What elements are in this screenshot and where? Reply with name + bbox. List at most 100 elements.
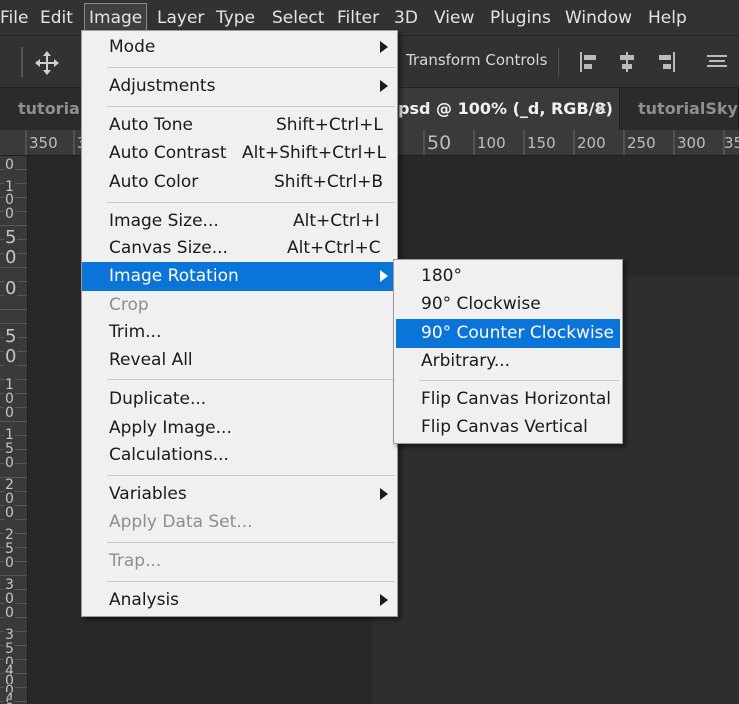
menu-item-label: Flip Canvas Horizontal — [421, 389, 612, 409]
ruler-digit: 0 — [4, 405, 15, 421]
menu-item-label: Auto Color — [109, 172, 199, 192]
menu-item-rotate-arbitrary[interactable]: Arbitrary... — [394, 347, 622, 376]
menu-item-label: Apply Data Set... — [109, 512, 253, 532]
ruler-digit: 0 — [4, 247, 18, 268]
menu-separator — [107, 542, 395, 543]
ruler-digit: 0 — [4, 391, 15, 407]
align-horizontal-centers-icon[interactable] — [616, 51, 638, 73]
move-tool-icon[interactable] — [34, 50, 60, 76]
menu-edit[interactable]: Edit — [40, 0, 73, 36]
menu-item-label: Arbitrary... — [421, 351, 511, 371]
menu-item-label: Calculations... — [109, 445, 229, 465]
tab-active-document[interactable]: psd @ 100% (_d, RGB/8) × — [380, 88, 620, 130]
ruler-digit: 0 — [4, 605, 15, 621]
menu-separator — [107, 475, 395, 476]
ruler-label: 35 — [724, 134, 739, 152]
align-right-edges-icon[interactable] — [655, 51, 677, 73]
menu-item-label: Reveal All — [109, 350, 193, 370]
menu-item-analysis[interactable]: Analysis — [82, 586, 397, 615]
menu-item-label: 180° — [421, 266, 462, 286]
menu-separator — [107, 67, 395, 68]
menu-item-duplicate[interactable]: Duplicate... — [82, 385, 397, 414]
menu-item-rotate-90-ccw[interactable]: 90° Counter Clockwise — [396, 319, 620, 348]
ruler-digit: 2 — [4, 527, 15, 543]
menu-item-label: 90° Counter Clockwise — [421, 323, 615, 343]
ruler-digit: 5 — [4, 227, 18, 248]
menu-item-label: Image Size... — [109, 211, 219, 231]
menu-item-trim[interactable]: Trim... — [82, 318, 397, 347]
menu-item-apply-image[interactable]: Apply Image... — [82, 414, 397, 443]
menu-item-label: Mode — [109, 37, 156, 57]
menu-item-flip-horizontal[interactable]: Flip Canvas Horizontal — [394, 385, 622, 414]
ruler-label: 300 — [677, 134, 706, 152]
menu-item-label: Flip Canvas Vertical — [421, 417, 588, 437]
menu-item-label: Variables — [109, 484, 187, 504]
menu-item-image-rotation[interactable]: Image Rotation — [82, 262, 397, 291]
menu-item-label: Adjustments — [109, 76, 216, 96]
menu-item-shortcut: Alt+Shift+Ctrl+L — [242, 143, 387, 163]
menu-item-shortcut: Alt+Ctrl+I — [293, 211, 380, 231]
tab-tutorial-sky[interactable]: tutorialSky_r. — [620, 88, 739, 130]
menu-item-apply-data-set[interactable]: Apply Data Set... — [82, 508, 397, 537]
menu-item-auto-color[interactable]: Auto Color Shift+Ctrl+B — [82, 168, 397, 197]
ruler-digit: 1 — [4, 377, 15, 393]
menu-item-reveal-all[interactable]: Reveal All — [82, 346, 397, 375]
ruler-digit: 0 — [4, 455, 15, 471]
submenu-arrow-icon — [380, 270, 388, 282]
ruler-digit: 0 — [4, 591, 15, 607]
menu-item-rotate-90-cw[interactable]: 90° Clockwise — [394, 290, 622, 319]
menu-separator — [107, 202, 395, 203]
tab-label: tutorialSky_r. — [638, 99, 738, 118]
menu-item-label: Canvas Size... — [109, 238, 228, 258]
menu-item-label: Apply Image... — [109, 418, 232, 438]
menu-item-mode[interactable]: Mode — [82, 33, 397, 62]
ruler-label: 250 — [627, 134, 656, 152]
ruler-label: 150 — [527, 134, 556, 152]
ruler-digit: 0 — [4, 206, 15, 222]
toolbar-grip[interactable] — [21, 47, 23, 77]
menu-item-label: Trim... — [109, 322, 162, 342]
ruler-digit: 5 — [4, 326, 18, 347]
menu-item-label: Crop — [109, 295, 149, 315]
menu-item-image-size[interactable]: Image Size... Alt+Ctrl+I — [82, 207, 397, 236]
ruler-digit: 0 — [4, 157, 15, 173]
menu-item-label: Analysis — [109, 590, 180, 610]
ruler-digit: 0 — [4, 491, 15, 507]
menu-item-trap[interactable]: Trap... — [82, 547, 397, 576]
menu-view[interactable]: View — [434, 0, 474, 36]
ruler-digit: 2 — [4, 477, 15, 493]
align-left-edges-icon[interactable] — [578, 51, 600, 73]
menu-item-rotate-180[interactable]: 180° — [394, 262, 622, 291]
menu-item-canvas-size[interactable]: Canvas Size... Alt+Ctrl+C — [82, 234, 397, 263]
tab-label: psd @ 100% (_d, RGB/8) — [398, 99, 613, 118]
menu-item-label: Duplicate... — [109, 389, 207, 409]
transform-controls-label[interactable]: Transform Controls — [406, 51, 547, 69]
menu-item-auto-tone[interactable]: Auto Tone Shift+Ctrl+L — [82, 111, 397, 140]
ruler-label: 50 — [427, 132, 452, 154]
menu-item-flip-vertical[interactable]: Flip Canvas Vertical — [394, 413, 622, 442]
submenu-arrow-icon — [380, 488, 388, 500]
menu-help[interactable]: Help — [648, 0, 687, 36]
menu-plugins[interactable]: Plugins — [490, 0, 551, 36]
ruler-label: 200 — [577, 134, 606, 152]
ruler-digit: 0 — [4, 346, 18, 367]
menu-separator — [419, 380, 619, 381]
menu-item-label: 90° Clockwise — [421, 294, 541, 314]
menu-item-auto-contrast[interactable]: Auto Contrast Alt+Shift+Ctrl+L — [82, 139, 397, 168]
menu-item-crop[interactable]: Crop — [82, 291, 397, 320]
menu-item-shortcut: Shift+Ctrl+B — [274, 172, 384, 192]
menu-separator — [107, 581, 395, 582]
ruler-digit: 1 — [4, 427, 15, 443]
image-rotation-submenu: 180° 90° Clockwise 90° Counter Clockwise… — [393, 259, 623, 444]
menu-item-adjustments[interactable]: Adjustments — [82, 72, 397, 101]
vertical-ruler[interactable]: 0 1 0 0 5 0 0 5 0 1 0 0 1 5 0 2 0 0 2 5 … — [0, 156, 28, 704]
align-top-edges-icon[interactable] — [706, 51, 728, 73]
menu-file[interactable]: File — [0, 0, 28, 36]
ruler-digit: 0 — [4, 555, 15, 571]
menu-image[interactable]: Image — [84, 3, 148, 33]
menu-window[interactable]: Window — [565, 0, 632, 36]
menu-item-calculations[interactable]: Calculations... — [82, 441, 397, 470]
menu-item-variables[interactable]: Variables — [82, 480, 397, 509]
menu-item-label: Auto Contrast — [109, 143, 227, 163]
tab-close-icon[interactable]: × — [594, 88, 608, 130]
